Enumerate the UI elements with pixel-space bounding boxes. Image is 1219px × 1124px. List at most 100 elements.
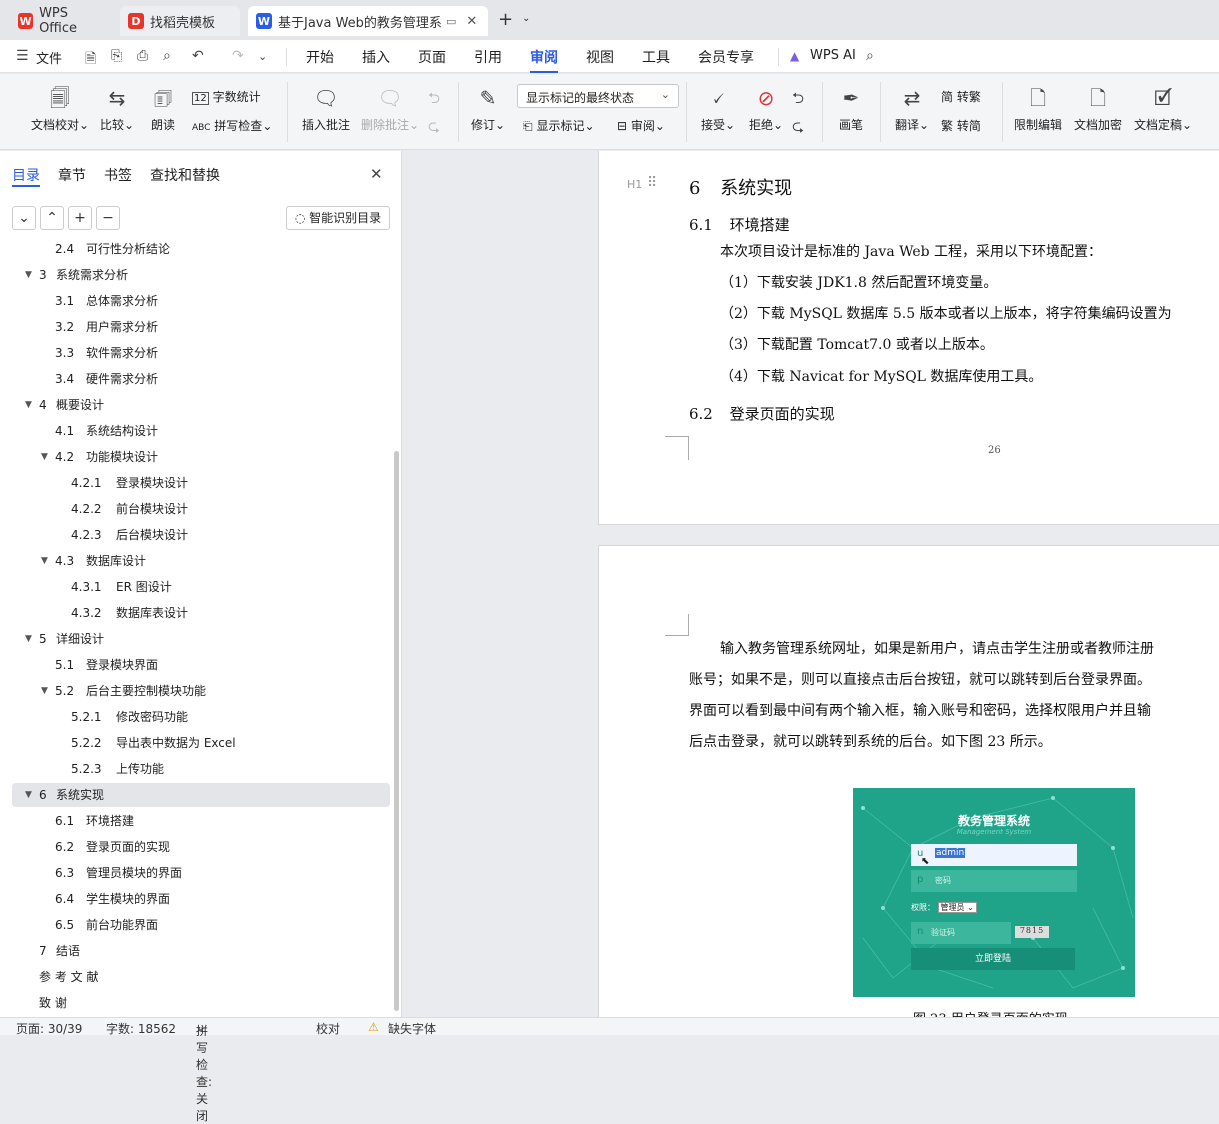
missing-font-status[interactable]: 缺失字体 [388,1020,436,1037]
chevron-down-icon[interactable]: ⌄ [522,13,530,24]
toc-item[interactable]: 5.2.2 导出表中数据为 Excel [12,731,390,755]
translate-button[interactable]: ⇄ 翻译⌄ [892,84,932,133]
toc-item[interactable]: 4.3.1 ER 图设计 [12,575,390,599]
prev-comment-icon[interactable]: ⮌ [428,88,440,113]
expand-up-chevron-icon[interactable]: ⌃ [40,206,64,230]
close-icon[interactable]: ✕ [370,165,383,183]
word-count-button[interactable]: 12 字数统计 [192,88,261,105]
menu-insert[interactable]: 插入 [362,47,390,67]
read-aloud-button[interactable]: 🗊 朗读 [148,84,178,133]
quick-access-chevron-icon[interactable]: ⌄ [258,50,267,63]
next-comment-icon[interactable]: ⮎ [428,116,440,141]
proofread-status[interactable]: 校对 [316,1020,340,1037]
toc-item[interactable]: 致 谢 [12,991,390,1015]
toc-item[interactable]: 3.1 总体需求分析 [12,289,390,313]
new-tab-icon[interactable]: + [498,9,513,30]
menu-home[interactable]: 开始 [306,47,334,67]
toc-item[interactable]: 4.2.3 后台模块设计 [12,523,390,547]
toc-item[interactable]: 5.2.3 上传功能 [12,757,390,781]
monitor-icon[interactable]: ▭ [446,15,456,28]
undo-icon[interactable]: ↶ [192,48,204,64]
toc-item[interactable]: 7 结语 [12,939,390,963]
menu-references[interactable]: 引用 [474,47,502,67]
toc-item[interactable]: 4.1 系统结构设计 [12,419,390,443]
toc-item[interactable]: 4.3.2 数据库表设计 [12,601,390,625]
spell-check-status[interactable]: 拼写检查: 关闭 ⌄ [196,1020,212,1123]
expand-arrow-icon[interactable]: ▼ [25,783,32,807]
tab-docer[interactable]: D 找稻壳模板 [120,6,240,36]
menu-view[interactable]: 视图 [586,47,614,67]
menu-page[interactable]: 页面 [418,47,446,67]
menu-file[interactable]: 文件 [36,48,62,67]
print-icon[interactable]: ⎙ [137,48,148,64]
close-icon[interactable]: ✕ [466,14,477,29]
encrypt-button[interactable]: 🗋 文档加密 [1072,84,1124,133]
toc-item[interactable]: 3.4 硬件需求分析 [12,367,390,391]
page-indicator[interactable]: 页面: 30/39 [16,1020,82,1037]
toc-item[interactable]: 5.2.1 修改密码功能 [12,705,390,729]
toc-item[interactable]: 3.3 软件需求分析 [12,341,390,365]
toc-item[interactable]: ▼ 4.2 功能模块设计 [12,445,390,469]
next-change-icon[interactable]: ⮎ [792,116,804,141]
expand-arrow-icon[interactable]: ▼ [25,263,32,287]
heading-marker-icon[interactable]: H1 [627,178,642,191]
toc-item[interactable]: 2.4 可行性分析结论 [12,241,390,261]
show-markup-button[interactable]: ⎗ 显示标记⌄ [523,117,595,134]
pen-button[interactable]: ✒ 画笔 [836,84,866,133]
toc-item[interactable]: 4.2.1 登录模块设计 [12,471,390,495]
add-level-icon[interactable]: + [68,206,92,230]
toc-item[interactable]: 5.1 登录模块界面 [12,653,390,677]
spell-check-button[interactable]: ABC 拼写检查⌄ [192,117,272,134]
prev-change-icon[interactable]: ⮌ [792,88,804,113]
toc-item[interactable]: 6.2 登录页面的实现 [12,835,390,859]
toc-item[interactable]: 参 考 文 献 [12,965,390,989]
toc-item[interactable]: ▼ 4 概要设计 [12,393,390,417]
toc-item[interactable]: ▼ 3 系统需求分析 [12,263,390,287]
menu-tools[interactable]: 工具 [642,47,670,67]
compare-button[interactable]: ⇆ 比较⌄ [98,84,136,133]
save-icon[interactable]: 🗎 [85,48,96,72]
insert-comment-button[interactable]: 🗨 插入批注 [298,84,354,133]
doc-check-button[interactable]: 🗐 文档校对⌄ [28,84,92,133]
share-icon[interactable]: ⎘ [111,48,122,64]
markup-state-select[interactable]: 显示标记的最终状态 ⌄ [517,84,679,108]
toc-item[interactable]: 6.5 前台功能界面 [12,913,390,937]
toc-item[interactable]: ▼ 5 详细设计 [12,627,390,651]
expand-arrow-icon[interactable]: ▼ [25,393,32,417]
expand-arrow-icon[interactable]: ▼ [41,679,48,703]
expand-arrow-icon[interactable]: ▼ [41,445,48,469]
menu-review[interactable]: 审阅 [530,47,558,73]
toc-item[interactable]: ▼ 4.3 数据库设计 [12,549,390,573]
toc-item[interactable]: 4.2.2 前台模块设计 [12,497,390,521]
delete-comment-button[interactable]: 🗨 删除批注⌄ [358,84,422,133]
tab-wps-office[interactable]: W WPS Office [10,6,114,36]
to-simplified-button[interactable]: 繁 转简 [941,117,981,134]
drag-handle-icon[interactable]: ⠿ [647,175,657,191]
toc-item[interactable]: ▼ 5.2 后台主要控制模块功能 [12,679,390,703]
menu-wps-ai[interactable]: WPS AI [810,48,856,63]
reject-button[interactable]: ⊘ 拒绝⌄ [746,84,786,133]
menu-member[interactable]: 会员专享 [698,47,754,67]
toc-item[interactable]: 6.1 环境搭建 [12,809,390,833]
accept-button[interactable]: 🗸 接受⌄ [698,84,738,133]
redo-icon[interactable]: ↷ [232,48,244,64]
toc-scrollbar[interactable] [394,451,399,1011]
revise-button[interactable]: ✎ 修订⌄ [468,84,508,133]
nav-tab-find-replace[interactable]: 查找和替换 [150,165,220,185]
word-count-status[interactable]: 字数: 18562 [106,1020,176,1037]
toc-item[interactable]: 3.2 用户需求分析 [12,315,390,339]
nav-tab-toc[interactable]: 目录 [12,165,40,185]
tab-document[interactable]: W 基于Java Web的教务管理系统 ▭ ✕ [248,6,488,36]
toc-item[interactable]: 6.4 学生模块的界面 [12,887,390,911]
smart-toc-button[interactable]: ◌ 智能识别目录 [286,206,390,230]
to-traditional-button[interactable]: 简 转繁 [941,88,981,105]
collapse-all-chevron-icon[interactable]: ⌄ [12,206,36,230]
nav-tab-sections[interactable]: 章节 [58,165,86,185]
expand-arrow-icon[interactable]: ▼ [41,549,48,573]
toc-item[interactable]: ▼ 6 系统实现 [12,783,390,807]
print-preview-icon[interactable]: ⌕ [163,48,171,64]
finalize-button[interactable]: 🗹 文档定稿⌄ [1132,84,1194,133]
restrict-edit-button[interactable]: 🗋 限制编辑 [1012,84,1064,133]
remove-level-icon[interactable]: − [96,206,120,230]
search-icon[interactable]: ⌕ [866,48,874,64]
